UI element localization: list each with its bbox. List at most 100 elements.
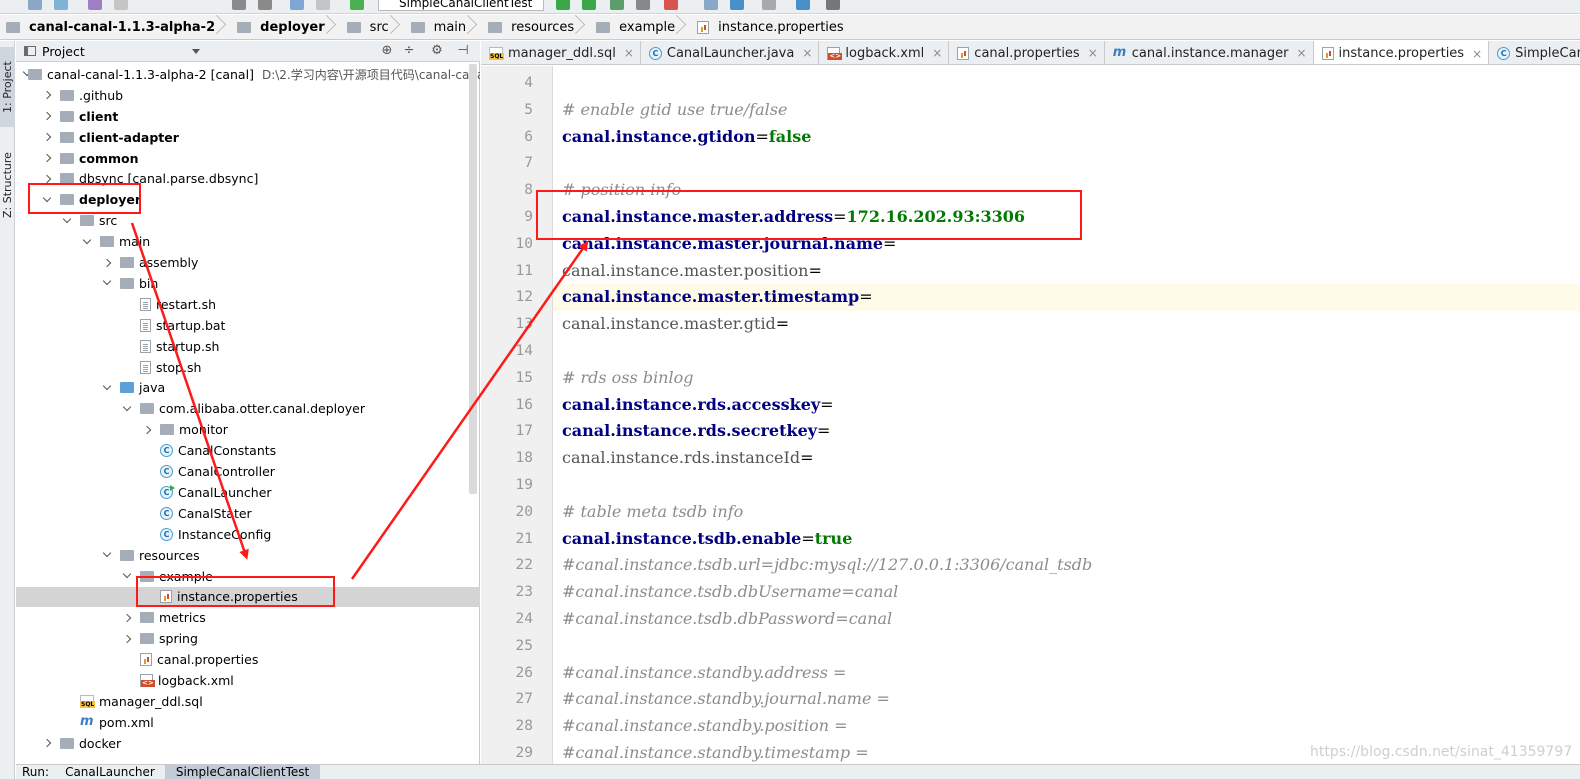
tree-item-java[interactable]: java <box>16 378 480 399</box>
code-line[interactable] <box>562 150 1572 177</box>
tree-item-manager-ddl-sql[interactable]: manager_ddl.sql <box>16 691 480 712</box>
tree-item-canal-properties[interactable]: canal.properties <box>16 649 480 670</box>
code-line[interactable]: canal.instance.rds.instanceId= <box>562 445 1572 472</box>
close-icon[interactable]: × <box>1088 46 1098 60</box>
tree-item-instanceconfig[interactable]: C InstanceConfig <box>16 524 480 545</box>
chevron-right-icon[interactable] <box>142 424 154 436</box>
tree-item-canalcontroller[interactable]: C CanalController <box>16 461 480 482</box>
chevron-right-icon[interactable] <box>122 633 134 645</box>
code-line[interactable]: #canal.instance.standby.position = <box>562 713 1572 740</box>
chevron-right-icon[interactable] <box>42 152 54 164</box>
code-line[interactable]: canal.instance.master.gtid= <box>562 311 1572 338</box>
tree-item-startup-sh[interactable]: startup.sh <box>16 336 480 357</box>
tree-item-canal-canal-1-1-3-alpha-2-canal[interactable]: canal-canal-1.1.3-alpha-2 [canal] D:\2.学习… <box>16 64 480 85</box>
chevron-down-icon[interactable] <box>82 236 94 248</box>
tree-item-metrics[interactable]: metrics <box>16 607 480 628</box>
close-icon[interactable]: × <box>624 46 634 60</box>
profile-icon[interactable] <box>636 0 650 10</box>
code-line[interactable]: canal.instance.master.timestamp= <box>553 284 1580 312</box>
code-line[interactable]: #canal.instance.tsdb.dbUsername=canal <box>562 579 1572 606</box>
code-line[interactable] <box>562 338 1572 365</box>
chevron-down-icon[interactable] <box>102 382 114 394</box>
tree-item-com-alibaba-otter-canal-deployer[interactable]: com.alibaba.otter.canal.deployer <box>16 398 480 419</box>
code-line[interactable] <box>562 70 1572 97</box>
close-icon[interactable]: × <box>1472 47 1482 61</box>
run-tab-canal-launcher[interactable]: CanalLauncher <box>55 765 166 779</box>
tree-item-spring[interactable]: spring <box>16 628 480 649</box>
close-icon[interactable]: × <box>1296 46 1306 60</box>
help-icon[interactable] <box>796 0 810 10</box>
chevron-down-icon[interactable] <box>122 570 134 582</box>
tree-item-monitor[interactable]: monitor <box>16 419 480 440</box>
chevron-right-icon[interactable] <box>122 612 134 624</box>
breadcrumb-item-canal-canal-1-1-3-alpha-2[interactable]: canal-canal-1.1.3-alpha-2 <box>0 15 221 39</box>
code-line[interactable]: # table meta tsdb info <box>562 499 1572 526</box>
code-line[interactable]: canal.instance.gtidon=false <box>562 124 1572 151</box>
tree-item-canalstater[interactable]: C CanalStater <box>16 503 480 524</box>
sync-icon[interactable] <box>54 0 68 10</box>
code-line[interactable]: # enable gtid use true/false <box>562 97 1572 124</box>
code-line[interactable]: #canal.instance.tsdb.url=jdbc:mysql://12… <box>562 552 1572 579</box>
chevron-right-icon[interactable] <box>42 131 54 143</box>
terminal-icon[interactable] <box>826 0 840 10</box>
tree-scrollbar[interactable] <box>468 64 478 779</box>
tree-item-docker[interactable]: docker <box>16 733 480 754</box>
tree-item-client-adapter[interactable]: client-adapter <box>16 127 480 148</box>
replace-icon[interactable] <box>258 0 272 10</box>
scrollbar-thumb[interactable] <box>469 64 477 494</box>
breadcrumb-item-main[interactable]: main <box>405 15 472 39</box>
tab-canal-properties[interactable]: canal.properties × <box>949 41 1105 64</box>
chevron-right-icon[interactable] <box>42 89 54 101</box>
chevron-right-icon[interactable] <box>42 110 54 122</box>
target-icon[interactable]: ⊕ <box>380 44 394 58</box>
hide-icon[interactable]: ⊣ <box>456 44 470 58</box>
tree-item-bin[interactable]: bin <box>16 273 480 294</box>
chevron-down-icon[interactable] <box>102 277 114 289</box>
tree-item-deployer[interactable]: deployer <box>16 189 480 210</box>
code-line[interactable]: # position info <box>562 177 1572 204</box>
code-area[interactable]: # enable gtid use true/false canal.instan… <box>553 66 1580 766</box>
tab-simplecanalclienttest-java[interactable]: C SimpleCanalClientTest.java <box>1489 41 1580 64</box>
tree-item-common[interactable]: common <box>16 148 480 169</box>
code-line[interactable]: canal.instance.rds.accesskey= <box>562 392 1572 419</box>
forward-icon[interactable] <box>316 0 330 10</box>
project-panel-title[interactable]: Project <box>42 44 85 59</box>
chevron-right-icon[interactable] <box>42 737 54 749</box>
code-line[interactable]: canal.instance.master.position= <box>562 258 1572 285</box>
collapse-icon[interactable]: ÷ <box>402 44 416 58</box>
chevron-right-icon[interactable] <box>102 257 114 269</box>
find-icon[interactable] <box>232 0 246 10</box>
tree-item-pom-xml[interactable]: m pom.xml <box>16 712 480 733</box>
code-line[interactable]: #canal.instance.standby.journal.name = <box>562 686 1572 713</box>
code-line[interactable]: #canal.instance.standby.address = <box>562 660 1572 687</box>
run-icon[interactable] <box>556 0 570 10</box>
code-line[interactable]: #canal.instance.tsdb.dbPassword=canal <box>562 606 1572 633</box>
tree-item-startup-bat[interactable]: startup.bat <box>16 315 480 336</box>
tree-item-instance-properties[interactable]: instance.properties <box>16 586 480 608</box>
debug-icon[interactable] <box>582 0 596 10</box>
close-icon[interactable]: × <box>932 46 942 60</box>
breadcrumb-item-example[interactable]: example <box>590 15 681 39</box>
settings-icon[interactable] <box>730 0 744 10</box>
tree-item-dbsync-canal-parse-dbsync[interactable]: dbsync [canal.parse.dbsync] <box>16 169 480 190</box>
tree-item-src[interactable]: src <box>16 210 480 231</box>
tree-item-logback-xml[interactable]: logback.xml <box>16 670 480 691</box>
chevron-right-icon[interactable] <box>42 173 54 185</box>
chevron-down-icon[interactable] <box>62 215 74 227</box>
code-line[interactable] <box>562 472 1572 499</box>
tree-item-stop-sh[interactable]: stop.sh <box>16 357 480 378</box>
build-icon[interactable] <box>350 0 364 10</box>
breadcrumb-item-src[interactable]: src <box>341 15 395 39</box>
chevron-down-icon[interactable] <box>122 403 134 415</box>
coverage-icon[interactable] <box>610 0 624 10</box>
tree-item-resources[interactable]: resources <box>16 545 480 566</box>
run-configuration-select[interactable]: SimpleCanalClientTest <box>378 0 544 11</box>
sdk-icon[interactable] <box>762 0 776 10</box>
project-tool-tab[interactable]: 1: Project <box>0 47 15 127</box>
tree-item-restart-sh[interactable]: restart.sh <box>16 294 480 315</box>
code-line[interactable]: canal.instance.master.address=172.16.202… <box>562 204 1572 231</box>
code-line[interactable]: canal.instance.rds.secretkey= <box>562 418 1572 445</box>
project-structure-icon[interactable] <box>704 0 718 10</box>
tree-item-example[interactable]: example <box>16 566 480 587</box>
chevron-down-icon[interactable] <box>192 49 200 54</box>
